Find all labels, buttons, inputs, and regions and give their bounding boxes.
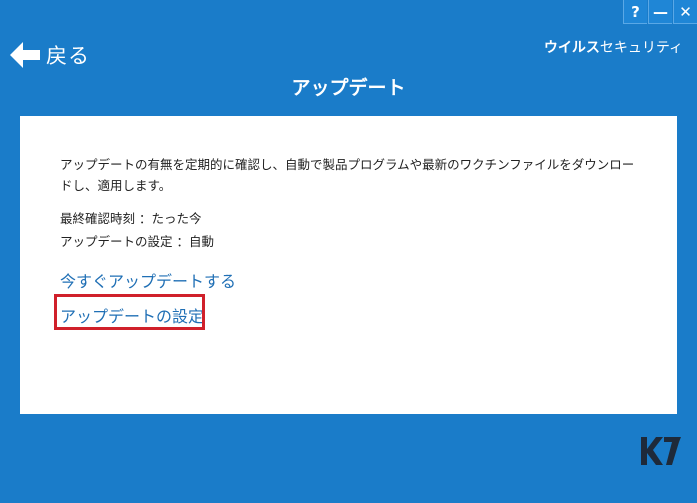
window-controls: ? — ✕ — [622, 0, 697, 24]
highlight-box — [54, 294, 205, 330]
page-title: アップデート — [291, 77, 406, 99]
update-description: アップデートの有無を定期的に確認し、自動で製品プログラムや最新のワクチンファイル… — [60, 157, 635, 193]
k7-logo-icon — [639, 433, 683, 469]
last-check-time: 最終確認時刻 ：たった今 — [60, 211, 202, 226]
back-arrow-icon — [10, 42, 40, 68]
help-button[interactable]: ? — [623, 0, 647, 24]
minimize-button[interactable]: — — [648, 0, 672, 24]
update-setting-status: アップデートの設定 ：自動 — [60, 234, 214, 249]
back-button[interactable]: 戻る — [10, 40, 90, 70]
brand-name-light: セキュリティ — [599, 40, 683, 56]
brand-name: ウイルスセキュリティ — [544, 37, 683, 57]
brand-name-bold: ウイルス — [543, 40, 600, 56]
content-panel: アップデートの有無を定期的に確認し、自動で製品プログラムや最新のワクチンファイル… — [20, 116, 677, 414]
update-now-link[interactable]: 今すぐアップデートする — [60, 268, 236, 292]
close-button[interactable]: ✕ — [673, 0, 697, 24]
back-label: 戻る — [46, 44, 90, 68]
